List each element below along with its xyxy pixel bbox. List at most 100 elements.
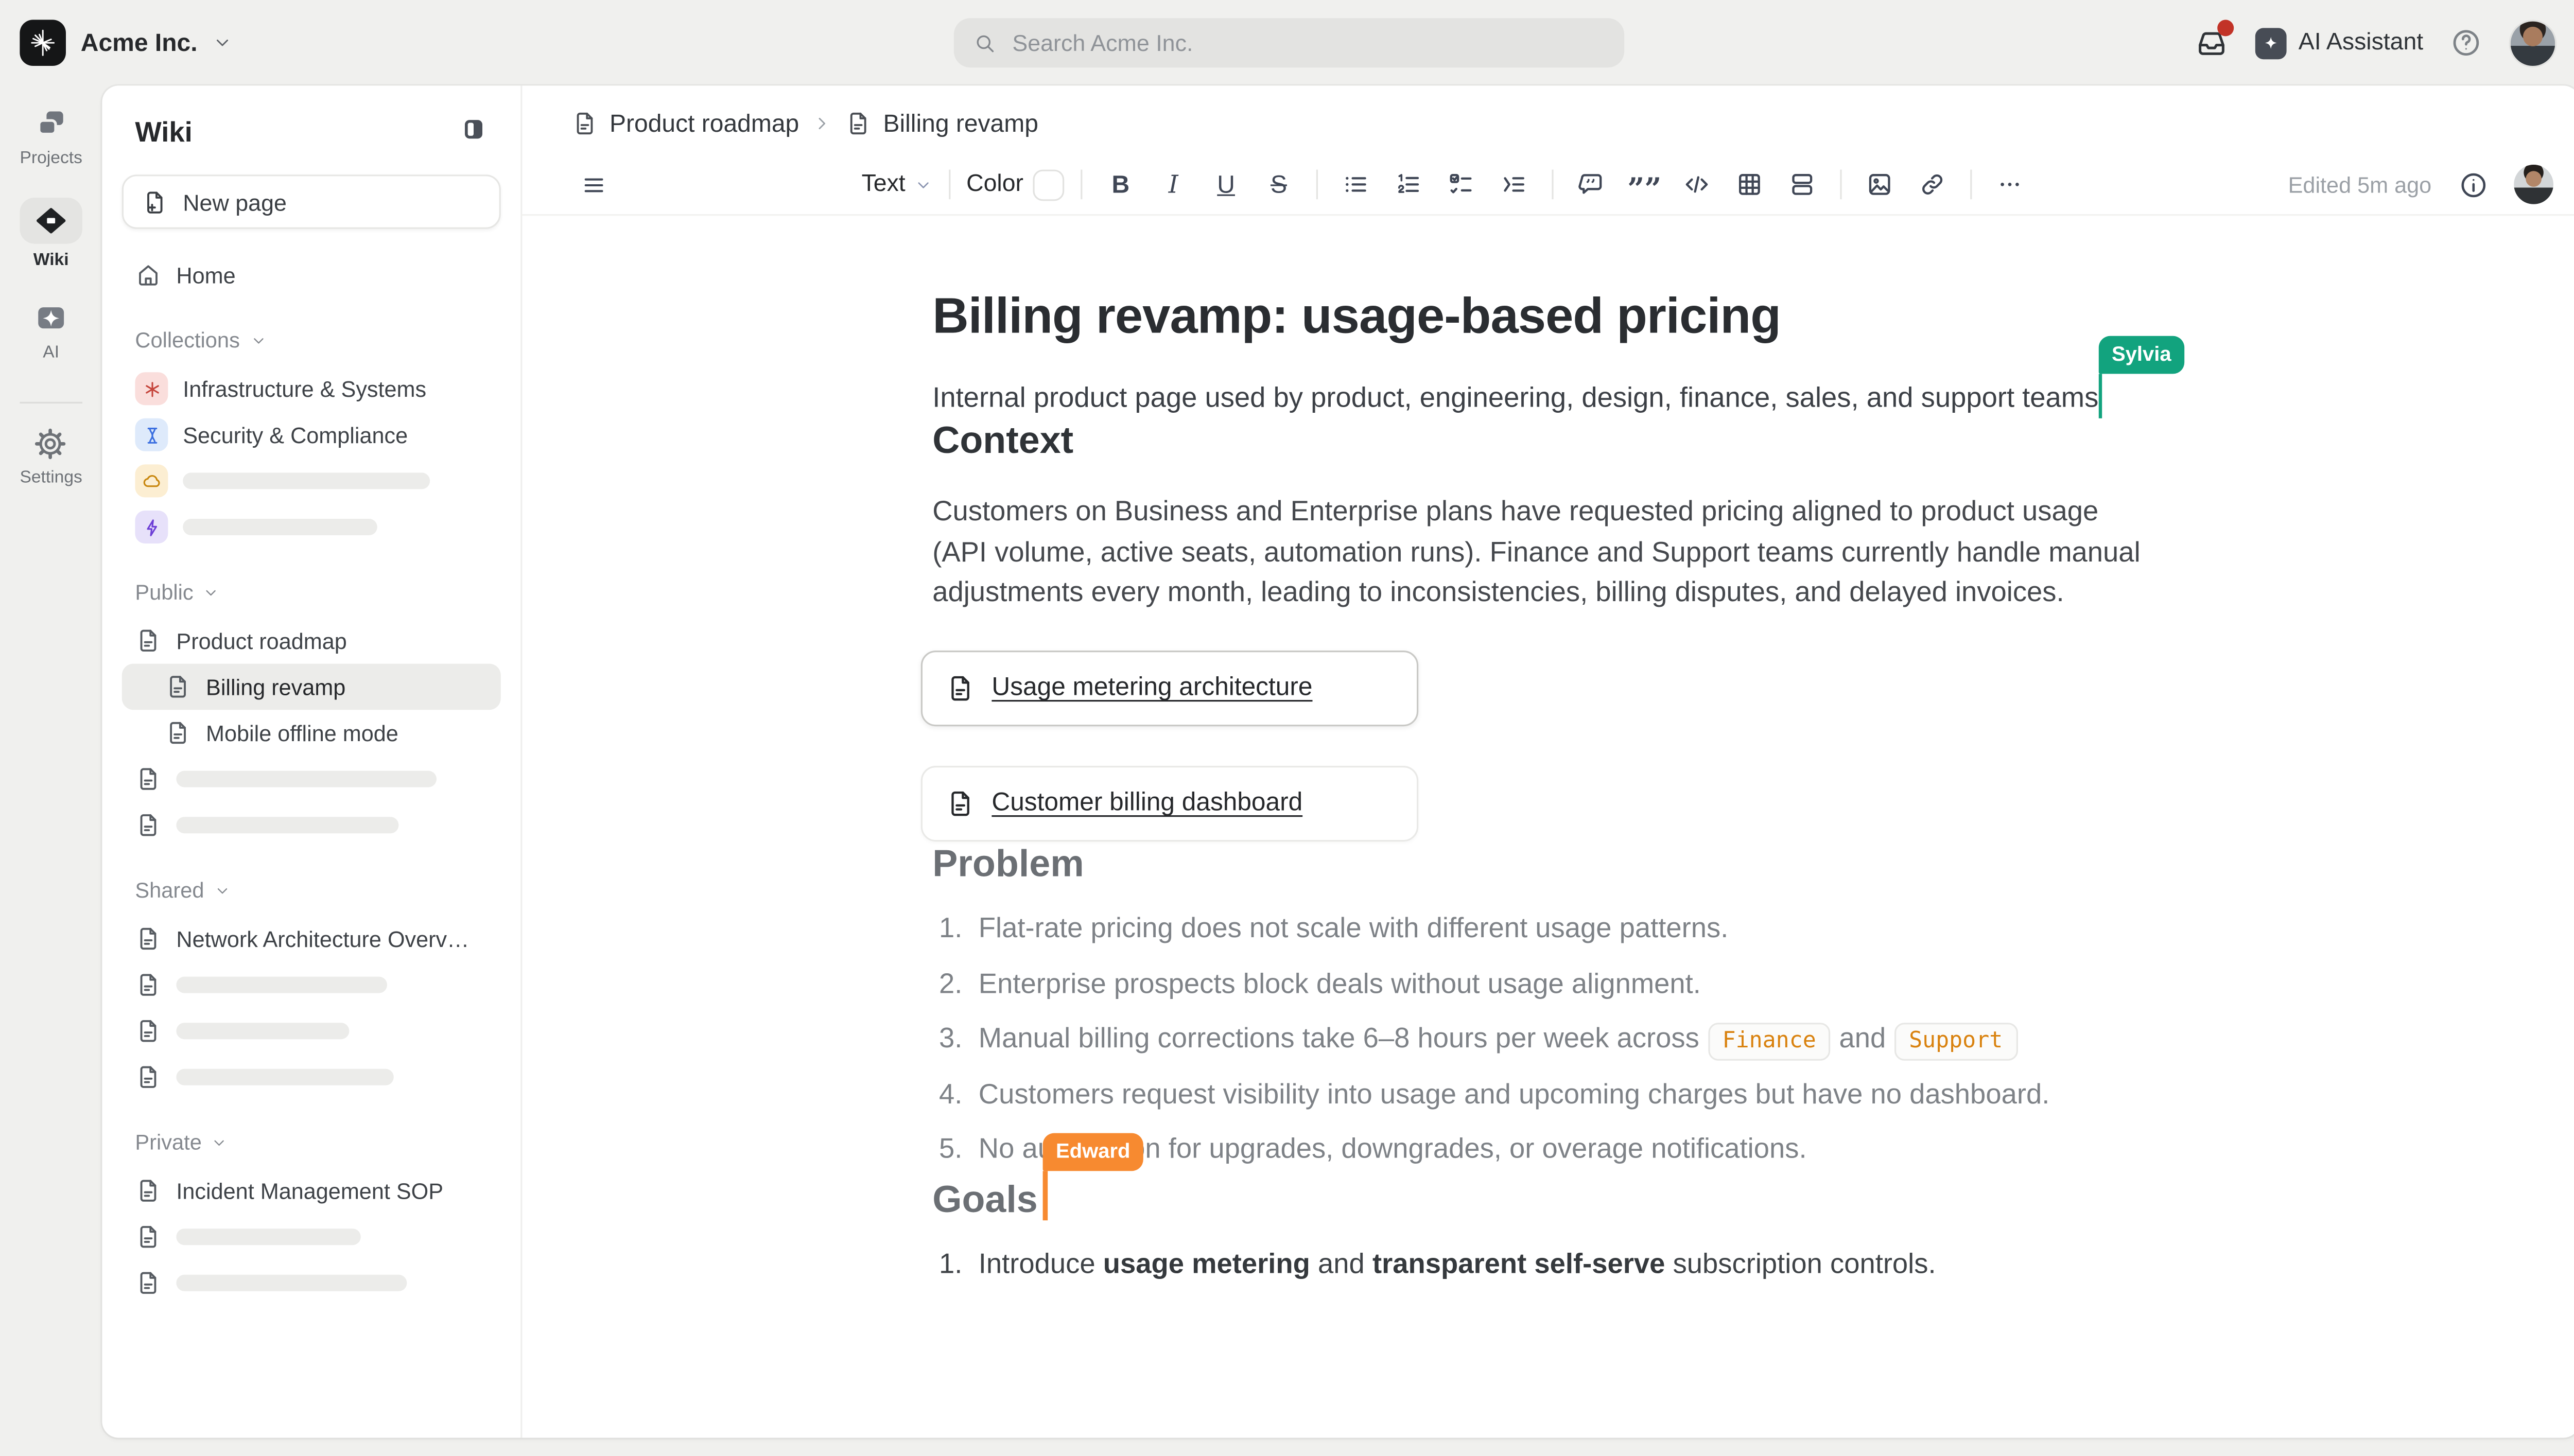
org-logo-icon [20,20,66,66]
rail-item-settings[interactable]: Settings [20,427,82,487]
section-heading-context: Context [932,418,2514,463]
global-search[interactable] [953,18,1623,67]
page-link-card[interactable]: Usage metering architecture [921,651,1418,726]
page-info-button[interactable] [2451,163,2494,206]
presence-name-tag: Edward [1042,1133,1143,1171]
workspace-switcher[interactable]: Acme Inc. [0,20,497,66]
collapse-sidebar-button[interactable] [460,115,488,151]
section-header-collections[interactable]: Collections [135,328,488,353]
sidebar-item-skeleton[interactable] [122,962,501,1008]
section-break-button[interactable] [1781,163,1824,206]
search-input[interactable] [1009,28,1604,58]
text-style-dropdown[interactable]: Text [862,171,932,198]
more-options-button[interactable] [1989,163,2031,206]
sidebar-item-collection[interactable]: Security & Compliance [122,412,501,458]
image-button[interactable] [1858,163,1901,206]
sidebar-item-page-active[interactable]: Billing revamp [122,664,501,710]
bold-button[interactable]: B [1099,163,1142,206]
section-header-shared[interactable]: Shared [135,878,488,903]
sidebar-item-page[interactable]: Product roadmap [122,618,501,664]
link-icon [1918,170,1948,200]
color-dropdown[interactable]: Color [966,169,1065,200]
sidebar-item-skeleton[interactable] [122,1008,501,1054]
page-link-label: Customer billing dashboard [992,789,1302,819]
comment-icon [1577,170,1607,200]
skeleton-bar [176,1023,349,1039]
document-body[interactable]: Billing revamp: usage-based pricing Inte… [522,216,2574,1437]
underline-button[interactable]: U [1205,163,1247,206]
sidebar-item-page[interactable]: Network Architecture Overv… [122,916,501,962]
code-button[interactable] [1676,163,1718,206]
ai-icon [33,300,69,336]
rail-item-ai[interactable]: AI [33,300,69,362]
bullet-list-button[interactable] [1335,163,1378,206]
section-header-public[interactable]: Public [135,580,488,604]
document-icon [135,766,161,792]
home-icon [135,262,161,288]
sidebar-item-home[interactable]: Home [122,252,501,299]
edited-timestamp: Edited 5m ago [2288,172,2432,197]
strikethrough-button[interactable]: S [1257,163,1300,206]
sidebar-item-skeleton[interactable] [122,504,501,550]
rail-item-projects[interactable]: Projects [20,106,82,168]
new-page-button[interactable]: New page [122,174,501,229]
comment-button[interactable] [1570,163,1613,206]
breadcrumb-item[interactable]: Billing revamp [845,110,1038,137]
toggle-list-button[interactable] [1493,163,1536,206]
list-item: 4. Customers request visibility into usa… [932,1075,2184,1116]
list-item: 2. Enterprise prospects block deals with… [932,964,2184,1005]
inbox-button[interactable] [2195,26,2229,60]
cloud-icon [135,464,168,497]
document-icon [135,627,161,654]
toolbar-divider [1840,170,1842,200]
check-list-icon [1447,170,1476,200]
skeleton-bar [176,771,437,787]
link-button[interactable] [1911,163,1954,206]
sidebar-item-skeleton[interactable] [122,458,501,504]
document-icon [135,972,161,998]
document-icon [135,1224,161,1250]
code-icon [1682,170,1712,200]
projects-icon [33,106,69,142]
document-icon [135,1018,161,1044]
help-button[interactable] [2449,26,2482,59]
list-item: 1. Flat-rate pricing does not scale with… [932,909,2184,950]
section-header-private[interactable]: Private [135,1130,488,1154]
ai-assistant-label: AI Assistant [2299,30,2423,56]
toolbar-divider [1552,170,1554,200]
numbered-list-button[interactable] [1387,163,1430,206]
help-icon [2449,26,2482,59]
page-title: Billing revamp: usage-based pricing [932,288,2514,346]
editor-avatar[interactable] [2514,165,2553,204]
sidebar-item-skeleton[interactable] [122,802,501,848]
block-menu-button[interactable] [571,163,614,206]
toggle-list-icon [1500,170,1529,200]
skeleton-bar [183,519,377,535]
sidebar-item-page[interactable]: Mobile offline mode [122,710,501,756]
search-icon [973,30,996,55]
sidebar-item-collection[interactable]: Infrastructure & Systems [122,365,501,412]
sidebar-item-skeleton[interactable] [122,1054,501,1100]
ai-assistant-button[interactable]: AI Assistant [2256,27,2424,59]
blockquote-button[interactable]: ”” [1623,156,1666,213]
sidebar-item-skeleton[interactable] [122,1214,501,1260]
page-link-card[interactable]: Customer billing dashboard [921,766,1418,841]
skeleton-bar [176,1229,360,1245]
context-paragraph: Customers on Business and Enterprise pla… [932,493,2160,615]
table-button[interactable] [1729,163,1771,206]
document-icon [165,674,191,700]
italic-button[interactable]: I [1152,163,1195,206]
sidebar-item-skeleton[interactable] [122,756,501,802]
user-avatar[interactable] [2509,19,2557,67]
sidebar-item-page[interactable]: Incident Management SOP [122,1168,501,1214]
finance-tag: Finance [1708,1023,1831,1061]
sidebar-item-skeleton[interactable] [122,1260,501,1306]
wiki-sidebar: Wiki New page [102,85,522,1437]
breadcrumb-item[interactable]: Product roadmap [571,110,799,137]
org-name: Acme Inc. [81,29,198,57]
app-rail: Projects Wiki AI [0,85,102,1455]
check-list-button[interactable] [1440,163,1483,206]
panel-toggle-icon [460,115,488,143]
section-heading-goals: GoalsEdward [932,1171,1047,1222]
rail-item-wiki[interactable]: Wiki [20,198,82,270]
